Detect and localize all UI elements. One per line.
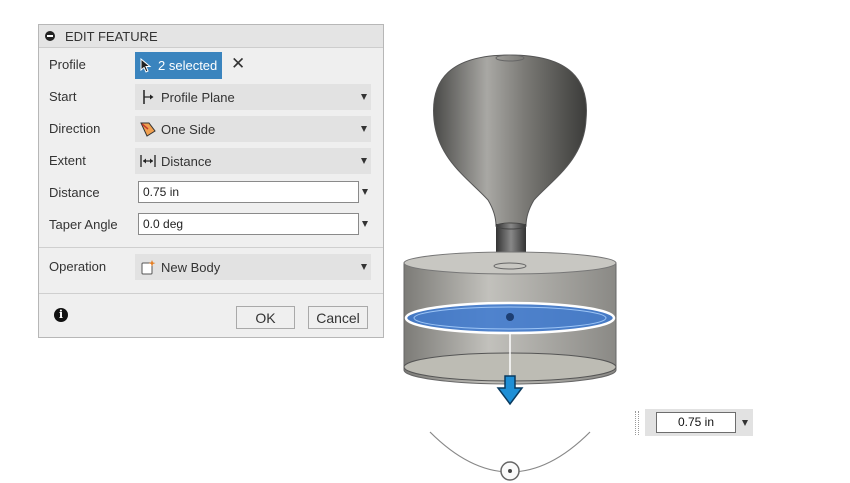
drag-grip-icon[interactable] xyxy=(635,411,639,435)
start-dropdown[interactable]: Profile Plane xyxy=(135,84,371,110)
operation-value: New Body xyxy=(161,259,221,275)
profile-label: Profile xyxy=(49,57,86,72)
panel-footer: i OK Cancel xyxy=(39,293,383,337)
profile-selection-button[interactable]: 2 selected xyxy=(135,52,222,79)
distance-row: Distance 0.75 in xyxy=(39,179,383,207)
chevron-down-icon xyxy=(361,264,367,270)
operation-row: Operation New Body xyxy=(39,253,383,281)
one-side-icon xyxy=(140,121,156,137)
direction-label: Direction xyxy=(49,121,101,136)
info-icon[interactable]: i xyxy=(54,308,68,322)
divider xyxy=(39,247,383,248)
viewport-distance-box: 0.75 in xyxy=(645,409,753,436)
panel-title: EDIT FEATURE xyxy=(65,28,158,44)
start-row: Start Profile Plane xyxy=(39,83,383,111)
cursor-arrow-icon xyxy=(140,57,154,74)
operation-label: Operation xyxy=(49,259,107,274)
chevron-down-icon[interactable] xyxy=(362,189,368,195)
chevron-down-icon xyxy=(361,94,367,100)
taper-angle-row: Taper Angle 0.0 deg xyxy=(39,211,383,239)
operation-dropdown[interactable]: New Body xyxy=(135,254,371,280)
taper-angle-input[interactable]: 0.0 deg xyxy=(138,213,359,235)
distance-label: Distance xyxy=(49,185,100,200)
distance-icon xyxy=(140,153,156,169)
start-label: Start xyxy=(49,89,77,104)
chevron-down-icon xyxy=(361,158,367,164)
profile-selection-text: 2 selected xyxy=(158,58,218,73)
panel-header[interactable]: EDIT FEATURE xyxy=(39,25,383,48)
extent-dropdown[interactable]: Distance xyxy=(135,148,371,174)
edit-feature-panel: EDIT FEATURE Profile 2 selected ✕ Start … xyxy=(38,24,384,338)
direction-dropdown[interactable]: One Side xyxy=(135,116,371,142)
chevron-down-icon xyxy=(361,126,367,132)
extent-value: Distance xyxy=(161,153,212,169)
taper-angle-label: Taper Angle xyxy=(49,217,118,232)
clear-selection-icon[interactable]: ✕ xyxy=(231,55,245,73)
chevron-down-icon[interactable] xyxy=(742,420,748,426)
direction-row: Direction One Side xyxy=(39,115,383,143)
profile-plane-icon xyxy=(140,89,156,105)
chevron-down-icon[interactable] xyxy=(362,221,368,227)
new-body-icon xyxy=(140,259,156,275)
extent-label: Extent xyxy=(49,153,86,168)
direction-value: One Side xyxy=(161,121,216,137)
knob-body xyxy=(433,54,587,227)
profile-center-point xyxy=(506,313,514,321)
cancel-button[interactable]: Cancel xyxy=(308,306,368,329)
profile-row: Profile 2 selected ✕ xyxy=(39,51,383,79)
distance-input[interactable]: 0.75 in xyxy=(138,181,359,203)
start-value: Profile Plane xyxy=(161,89,235,105)
taper-handle-dot xyxy=(508,469,512,473)
collapse-icon[interactable] xyxy=(45,31,55,41)
model-viewport[interactable] xyxy=(380,30,640,483)
extent-row: Extent Distance xyxy=(39,147,383,175)
ok-button[interactable]: OK xyxy=(236,306,295,329)
viewport-distance-input[interactable]: 0.75 in xyxy=(656,412,736,433)
